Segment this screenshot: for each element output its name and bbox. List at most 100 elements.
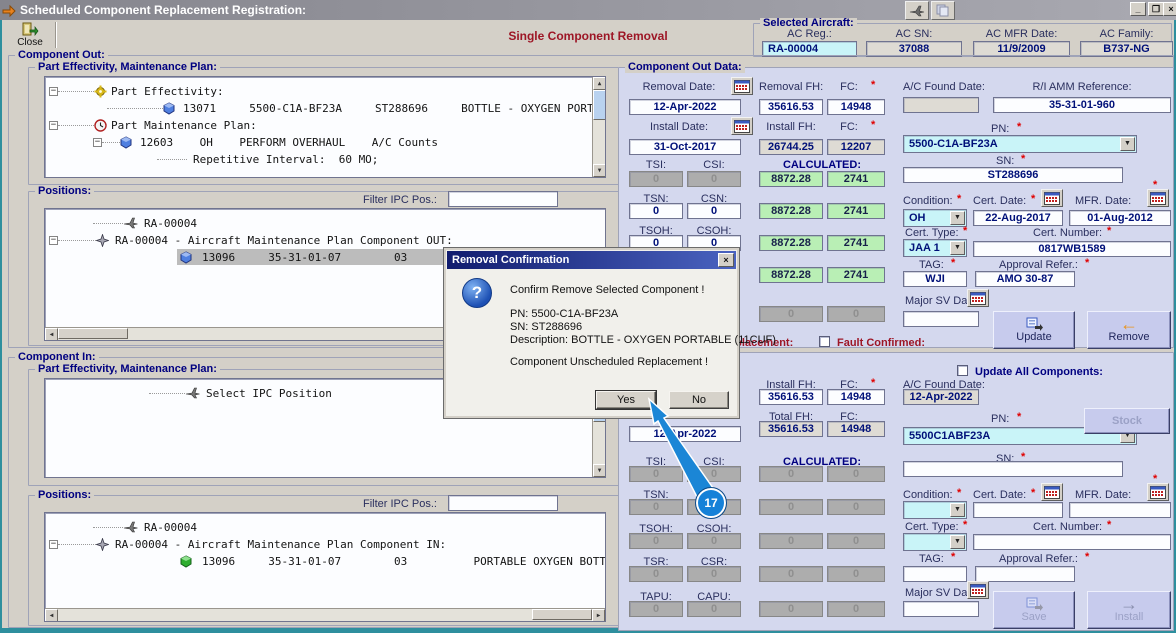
scroll-down-button[interactable]: ▼ (593, 164, 606, 177)
dialog-yes-button[interactable]: Yes (596, 391, 656, 409)
scrollbar-thumb[interactable] (58, 328, 128, 339)
horizontal-scrollbar[interactable]: ◀ ▶ (45, 608, 605, 621)
update-all-components-checkbox[interactable] (957, 365, 968, 376)
ci-approval-refer-field[interactable] (975, 566, 1075, 582)
title-bar: Scheduled Component Replacement Registra… (0, 0, 1176, 20)
collapse-icon[interactable]: − (93, 138, 102, 147)
tree-row-label: RA-00004 (138, 521, 197, 534)
co-ac-found-date-field[interactable] (903, 97, 979, 113)
scrollbar-thumb[interactable] (532, 609, 592, 620)
co-cert-type-dropdown[interactable]: JAA 1 ▼ (903, 239, 967, 257)
co-sn-field[interactable]: ST288696 (903, 167, 1123, 183)
dropdown-arrow-icon[interactable]: ▼ (1120, 137, 1135, 151)
remove-button-label: Remove (1109, 331, 1150, 343)
ci-calc-fc-1: 0 (827, 466, 885, 482)
removal-date-field[interactable]: 12-Apr-2022 (629, 99, 741, 115)
tree-row: Repetitive Interval: 60 MO; (49, 151, 378, 167)
ci-cert-date-calendar-button[interactable] (1041, 483, 1063, 501)
dropdown-arrow-icon[interactable]: ▼ (950, 535, 965, 549)
scroll-left-button[interactable]: ◀ (45, 609, 58, 622)
co-calc-fc-2: 2741 (827, 203, 885, 219)
dialog-title: Removal Confirmation (452, 254, 569, 266)
component-cube-icon (163, 102, 175, 115)
ci-calc-fh-1: 0 (759, 466, 823, 482)
scroll-left-button[interactable]: ◀ (45, 328, 58, 341)
tree-row[interactable]: RA-00004 (49, 519, 197, 535)
removal-date-calendar-button[interactable] (731, 77, 753, 95)
ci-install-fc-field[interactable]: 14948 (827, 389, 885, 405)
ci-install-fh-field[interactable]: 35616.53 (759, 389, 823, 405)
co-install-date-field[interactable]: 31-Oct-2017 (629, 139, 741, 155)
dialog-close-button[interactable]: × (718, 253, 734, 267)
co-tsn-field[interactable]: 0 (629, 203, 683, 219)
dropdown-arrow-icon[interactable]: ▼ (950, 241, 965, 255)
collapse-icon[interactable]: − (49, 121, 58, 130)
collapse-icon[interactable]: − (49, 540, 58, 549)
collapse-icon[interactable]: − (49, 236, 58, 245)
fault-confirmed-checkbox[interactable] (819, 336, 830, 347)
restore-button[interactable]: ❐ (1148, 2, 1164, 16)
dropdown-arrow-icon[interactable]: ▼ (950, 211, 965, 225)
co-major-sv-date-field[interactable] (903, 311, 979, 327)
minimize-button[interactable]: _ (1130, 2, 1146, 16)
scroll-up-button[interactable]: ▲ (593, 77, 606, 90)
removal-fc-field[interactable]: 14948 (827, 99, 885, 115)
ci-positions-legend: Positions: (35, 490, 94, 501)
co-major-sv-calendar-button[interactable] (967, 289, 989, 307)
co-cert-type-value: JAA 1 (909, 242, 940, 254)
vertical-scrollbar[interactable]: ▲ ▼ (592, 77, 605, 177)
remove-button[interactable]: ← Remove (1087, 311, 1171, 349)
ci-major-sv-calendar-button[interactable] (967, 581, 989, 599)
ri-amm-field[interactable]: 35-31-01-960 (993, 97, 1171, 113)
co-cert-date-calendar-button[interactable] (1041, 189, 1063, 207)
ci-major-sv-date-field[interactable] (903, 601, 979, 617)
ci-mfr-date-calendar-button[interactable] (1147, 483, 1169, 501)
update-button[interactable]: Update (993, 311, 1075, 349)
co-cert-type-label: Cert. Type: (905, 227, 959, 239)
co-mfr-date-field[interactable]: 01-Aug-2012 (1069, 210, 1171, 226)
tree-row[interactable]: − RA-00004 - Aircraft Maintenance Plan C… (49, 536, 446, 552)
co-approval-refer-field[interactable]: AMO 30-87 (975, 271, 1075, 287)
ci-mfr-date-field[interactable] (1069, 502, 1171, 518)
ci-tag-field[interactable] (903, 566, 967, 582)
removal-fh-field[interactable]: 35616.53 (759, 99, 823, 115)
ci-calc-fc-5: 0 (827, 601, 885, 617)
co-pn-dropdown[interactable]: 5500-C1A-BF23A▼ (903, 135, 1137, 153)
ci-sn-field[interactable] (903, 461, 1123, 477)
co-csn-field[interactable]: 0 (687, 203, 741, 219)
scroll-down-button[interactable]: ▼ (593, 464, 606, 477)
tree-row[interactable]: − Part Maintenance Plan: (49, 117, 257, 133)
co-positions-legend: Positions: (35, 186, 94, 197)
tree-row[interactable]: RA-00004 (49, 215, 197, 231)
tree-row[interactable]: − Part Effectivity: (49, 83, 224, 99)
tree-row[interactable]: Select IPC Position (49, 385, 332, 401)
dialog-no-button[interactable]: No (669, 391, 729, 409)
co-cert-date-field[interactable]: 22-Aug-2017 (973, 210, 1063, 226)
scrollbar-thumb[interactable] (593, 90, 606, 120)
ci-cert-date-label: Cert. Date: (973, 489, 1026, 501)
co-condition-dropdown[interactable]: OH▼ (903, 209, 967, 227)
co-tag-field[interactable]: WJI (903, 271, 967, 287)
co-mfr-date-calendar-button[interactable] (1147, 189, 1169, 207)
co-condition-label: Condition: (903, 195, 953, 207)
ci-condition-dropdown[interactable]: ▼ (903, 501, 967, 519)
ci-cert-number-field[interactable] (973, 534, 1171, 550)
co-cert-number-field[interactable]: 0817WB1589 (973, 241, 1171, 257)
co-install-date-calendar-button[interactable] (731, 117, 753, 135)
ci-filter-ipc-input[interactable] (448, 495, 558, 511)
ci-cert-date-field[interactable] (973, 502, 1063, 518)
co-filter-ipc-input[interactable] (448, 191, 558, 207)
tree-row[interactable]: − 12603 OH PERFORM OVERHAUL A/C Counts (49, 134, 438, 150)
ci-csr-field: 0 (687, 566, 741, 582)
tree-row[interactable]: 13096 35-31-01-07 03 PORTABLE OXYGEN BOT… (180, 553, 606, 569)
removal-date-label: Removal Date: (629, 81, 729, 93)
ci-install-date-field[interactable]: 12-Apr-2022 (629, 426, 741, 442)
close-window-button[interactable]: × (1163, 2, 1176, 16)
tree-row-label: Part Effectivity: (107, 85, 224, 98)
scroll-right-button[interactable]: ▶ (592, 609, 605, 622)
ci-cert-type-dropdown[interactable]: ▼ (903, 533, 967, 551)
tree-row[interactable]: − RA-00004 - Aircraft Maintenance Plan C… (49, 232, 453, 248)
tree-row[interactable]: 13071 5500-C1A-BF23A ST288696 BOTTLE - O… (49, 100, 606, 116)
collapse-icon[interactable]: − (49, 87, 58, 96)
dropdown-arrow-icon[interactable]: ▼ (950, 503, 965, 517)
